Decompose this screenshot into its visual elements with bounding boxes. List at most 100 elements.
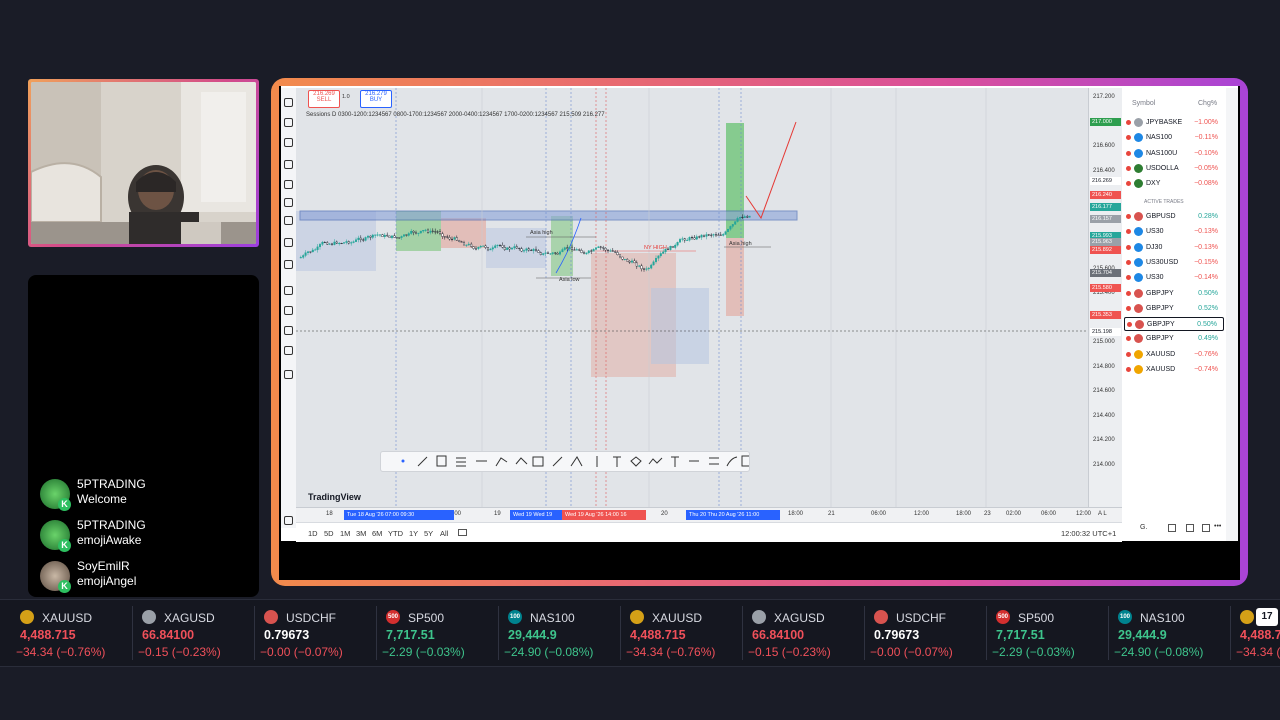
watchlist-row[interactable]: JPYBASKE −1.00%: [1124, 116, 1224, 130]
ticker-price: 29,444.9: [508, 628, 557, 642]
magnet-icon[interactable]: [284, 286, 293, 295]
range-3m[interactable]: 3M: [356, 529, 366, 538]
watchlist-change: −0.05%: [1194, 164, 1218, 172]
ticker-item[interactable]: 500 SP500 7,717.51 −2.29 (−0.03%): [986, 600, 1114, 666]
pattern-icon[interactable]: [284, 160, 293, 169]
ticker-item[interactable]: 100 NAS100 29,444.9 −24.90 (−0.08%): [1108, 600, 1236, 666]
ruler-icon[interactable]: [284, 238, 293, 247]
watchlist-row[interactable]: GBPJPY 0.52%: [1124, 302, 1224, 316]
range-ytd[interactable]: YTD: [388, 529, 403, 538]
watchlist-row[interactable]: GBPJPY 0.50%: [1124, 317, 1224, 332]
candle: [479, 246, 482, 248]
candle: [561, 249, 564, 253]
watchlist-row[interactable]: XAUUSD −0.74%: [1124, 363, 1224, 377]
watchlist-col-change[interactable]: Chg%: [1198, 100, 1217, 107]
range-5d[interactable]: 5D: [324, 529, 334, 538]
buy-button[interactable]: 216.279 BUY: [360, 90, 392, 108]
ticker-price: 66.84100: [142, 628, 195, 642]
candle: [621, 256, 624, 260]
alert-dot-icon: [1126, 259, 1131, 265]
candle: [419, 230, 422, 234]
layout-icon[interactable]: [1186, 524, 1194, 532]
ticker-item[interactable]: XAGUSD 66.84100 −0.15 (−0.23%): [742, 600, 870, 666]
watchlist-symbol: GBPUSD: [1146, 213, 1176, 220]
symbol-logo-icon: [1135, 320, 1144, 330]
ticker-symbol: XAUUSD: [652, 611, 703, 625]
ticker-item[interactable]: USDCHF 0.79673 −0.00 (−0.07%): [864, 600, 992, 666]
time-axis-highlight: Wed 19 Wed 19: [510, 510, 568, 520]
calendar-icon[interactable]: [458, 529, 467, 536]
watchlist-row[interactable]: NAS100U −0.10%: [1124, 147, 1224, 161]
ticker-change: −0.00 (−0.07%): [260, 645, 343, 659]
range-all[interactable]: All: [440, 529, 448, 538]
range-1m[interactable]: 1M: [340, 529, 350, 538]
watchlist-row[interactable]: GBPJPY 0.49%: [1124, 332, 1224, 346]
active-trades-header[interactable]: ACTIVE TRADES: [1144, 199, 1184, 205]
ticker-item[interactable]: 100 NAS100 29,444.9 −24.90 (−0.08%): [498, 600, 626, 666]
watchlist-g-icon[interactable]: G.: [1140, 524, 1147, 531]
candle: [508, 247, 511, 250]
watchlist-col-symbol[interactable]: Symbol: [1132, 100, 1155, 107]
zoom-icon[interactable]: [284, 260, 293, 269]
clock-readout[interactable]: 12:00:32 UTC+1: [1061, 529, 1116, 538]
watchlist-row[interactable]: GBPJPY 0.50%: [1124, 287, 1224, 301]
watchlist-row[interactable]: DJ30 −0.13%: [1124, 241, 1224, 255]
candle: [628, 261, 631, 263]
candle: [467, 243, 470, 246]
ticker-item[interactable]: 500 SP500 7,717.51 −2.29 (−0.03%): [376, 600, 504, 666]
watchlist-row[interactable]: NAS100 −0.11%: [1124, 131, 1224, 145]
trend-line-icon[interactable]: [284, 118, 293, 127]
range-1d[interactable]: 1D: [308, 529, 318, 538]
forecast-icon[interactable]: [284, 180, 293, 189]
range-6m[interactable]: 6M: [372, 529, 382, 538]
ticker-item[interactable]: XAUUSD 4,488.715 −34.34 (−0.76%): [16, 600, 138, 666]
lock-icon[interactable]: [284, 326, 293, 335]
candle: [501, 245, 504, 248]
price-axis[interactable]: 217.200216.800216.600216.400216.200216.0…: [1088, 88, 1123, 507]
symbol-logo-icon: [630, 610, 644, 624]
axis-auto-log-toggle[interactable]: A L: [1098, 511, 1107, 517]
chart-canvas[interactable]: Asia high Asia low NY HIGH Asia high Tra…: [296, 88, 1088, 507]
ticker-separator: [864, 606, 865, 660]
eye-icon[interactable]: [284, 346, 293, 355]
grid-icon[interactable]: [1168, 524, 1176, 532]
candle: [549, 253, 552, 255]
candle: [563, 247, 566, 250]
watchlist-symbol: US30: [1146, 274, 1164, 282]
watchlist-change: −0.10%: [1194, 149, 1218, 157]
time-axis[interactable]: 1818:00192018:002106:0012:0018:002302:00…: [296, 507, 1122, 522]
heart-icon[interactable]: [284, 216, 293, 225]
ticker-price: 0.79673: [264, 628, 310, 642]
ticker-item[interactable]: XAUUSD 4,488.715 −34.34 (−0.76%): [620, 600, 748, 666]
alert-dot-icon: [1126, 135, 1131, 141]
price-axis-label: 214.600: [1093, 388, 1115, 394]
watchlist-row[interactable]: XAUUSD −0.76%: [1124, 348, 1224, 362]
watchlist-row[interactable]: USDOLLA −0.05%: [1124, 162, 1224, 176]
watchlist-row[interactable]: US30USD −0.15%: [1124, 256, 1224, 270]
watchlist-row[interactable]: GBPUSD 0.28%: [1124, 210, 1224, 224]
fib-icon[interactable]: [284, 138, 293, 147]
crosshair-icon[interactable]: [284, 98, 293, 107]
range-1y[interactable]: 1Y: [409, 529, 418, 538]
more-icon[interactable]: •••: [1214, 523, 1221, 530]
alert-dot-icon: [1126, 290, 1131, 296]
trash-icon[interactable]: [284, 370, 293, 379]
chat-text: emojiAngel: [77, 574, 137, 588]
watchlist-change: −0.76%: [1194, 350, 1218, 358]
range-5y[interactable]: 5Y: [424, 529, 433, 538]
edit-icon[interactable]: [1202, 524, 1210, 532]
ticker-item[interactable]: USDCHF 0.79673 −0.00 (−0.07%): [254, 600, 382, 666]
chat-text: emojiAwake: [77, 533, 142, 547]
pencil-icon[interactable]: [284, 306, 293, 315]
watchlist-row[interactable]: DXY −0.08%: [1124, 177, 1224, 191]
indicator-legend[interactable]: Sessions D 0300-1200:1234567 0800-1700:1…: [306, 112, 605, 118]
star-icon[interactable]: [284, 516, 293, 525]
watchlist-row[interactable]: US30 −0.13%: [1124, 225, 1224, 239]
sell-button[interactable]: 216.269 SELL: [308, 90, 340, 108]
candle: [619, 254, 622, 258]
watchlist-row[interactable]: US30 −0.14%: [1124, 271, 1224, 285]
candle: [623, 258, 626, 260]
candle: [510, 247, 513, 250]
text-icon[interactable]: [284, 198, 293, 207]
ticker-item[interactable]: XAGUSD 66.84100 −0.15 (−0.23%): [132, 600, 260, 666]
